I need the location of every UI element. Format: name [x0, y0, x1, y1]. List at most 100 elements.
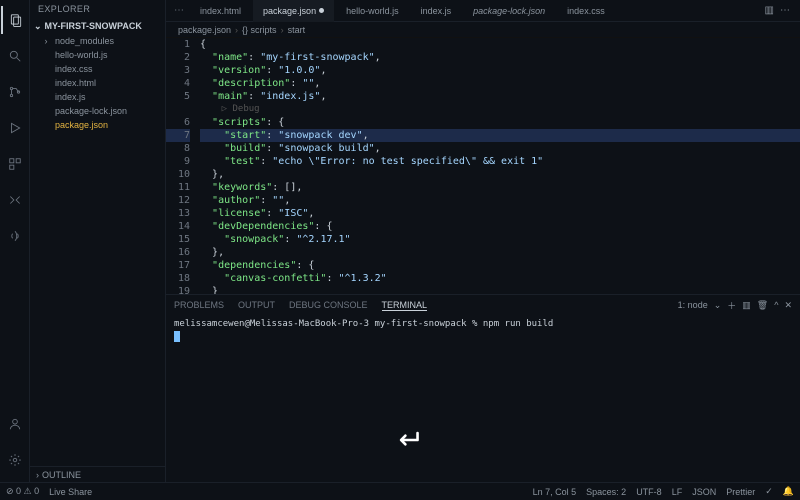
close-panel-icon[interactable]: ✕ — [784, 300, 792, 311]
settings-gear-icon[interactable] — [1, 446, 29, 474]
sidebar: EXPLORER ⌄MY-FIRST-SNOWPACK ›node_module… — [30, 0, 166, 482]
code-lines[interactable]: { "name": "my-first-snowpack", "version"… — [200, 38, 800, 294]
code-line[interactable]: "devDependencies": { — [200, 220, 800, 233]
code-line[interactable]: "main": "index.js", — [200, 90, 800, 103]
tab-index-js[interactable]: index.js — [411, 0, 462, 22]
tab-label: package.json — [263, 6, 316, 16]
status-item[interactable]: Live Share — [49, 487, 92, 497]
tree-item-label: hello-world.js — [55, 50, 108, 60]
panel-tabs: PROBLEMS OUTPUT DEBUG CONSOLE TERMINAL 1: no… — [166, 295, 800, 315]
status-item[interactable]: Spaces: 2 — [586, 487, 626, 497]
more-icon[interactable]: ⋯ — [780, 5, 790, 16]
unsaved-dot-icon — [319, 8, 324, 13]
chevron-down-icon: ⌄ — [34, 21, 42, 32]
tab-package-lock-json[interactable]: package-lock.json — [463, 0, 555, 22]
tree-item-hello-world-js[interactable]: hello-world.js — [40, 48, 165, 62]
tab-label: index.css — [567, 6, 605, 16]
code-line[interactable]: "keywords": [], — [200, 181, 800, 194]
tree-item-label: package-lock.json — [55, 106, 127, 116]
new-terminal-icon[interactable]: ＋ — [727, 299, 736, 312]
chevron-right-icon: › — [235, 25, 238, 35]
status-item[interactable]: 🔔 — [783, 486, 794, 497]
split-editor-icon[interactable]: ▥ — [765, 5, 774, 16]
sidebar-title: EXPLORER — [30, 0, 165, 18]
terminal-shell-label[interactable]: 1: node — [678, 300, 708, 310]
chevron-down-icon[interactable]: ⌄ — [714, 300, 722, 311]
breadcrumb[interactable]: package.json › {} scripts › start — [166, 22, 800, 38]
code-line[interactable]: { — [200, 38, 800, 51]
code-line[interactable]: "description": "", — [200, 77, 800, 90]
panel-tab-debug-console[interactable]: DEBUG CONSOLE — [289, 300, 368, 310]
split-terminal-icon[interactable]: ▥ — [742, 300, 751, 311]
panel-tab-output[interactable]: OUTPUT — [238, 300, 275, 310]
explorer-icon[interactable] — [1, 6, 29, 34]
code-line[interactable]: "version": "1.0.0", — [200, 64, 800, 77]
code-line[interactable]: "start": "snowpack dev", — [200, 129, 800, 142]
code-editor[interactable]: 12345678910111213141516171819 { "name": … — [166, 38, 800, 294]
code-line[interactable]: "canvas-confetti": "^1.3.2" — [200, 272, 800, 285]
code-line[interactable]: "snowpack": "^2.17.1" — [200, 233, 800, 246]
tree-item-package-lock-json[interactable]: package-lock.json — [40, 104, 165, 118]
panel: PROBLEMS OUTPUT DEBUG CONSOLE TERMINAL 1: no… — [166, 294, 800, 482]
tree-item-index-js[interactable]: index.js — [40, 90, 165, 104]
tab-hello-world-js[interactable]: hello-world.js — [336, 0, 409, 22]
editor-tabs: ⋯ index.html package.json hello-world.js in… — [166, 0, 800, 22]
status-item[interactable]: LF — [672, 487, 683, 497]
outline-section[interactable]: ›OUTLINE — [30, 466, 165, 482]
panel-tab-problems[interactable]: PROBLEMS — [174, 300, 224, 310]
status-item[interactable]: JSON — [692, 487, 716, 497]
status-item[interactable]: Ln 7, Col 5 — [533, 487, 577, 497]
chevron-right-icon: › — [36, 470, 39, 480]
tab-label: index.html — [200, 6, 241, 16]
code-line[interactable]: } — [200, 285, 800, 294]
code-line[interactable]: "name": "my-first-snowpack", — [200, 51, 800, 64]
account-icon[interactable] — [1, 410, 29, 438]
tree-item-label: node_modules — [55, 36, 114, 46]
code-line[interactable]: ▷ Debug — [200, 103, 800, 116]
tree-item-index-html[interactable]: index.html — [40, 76, 165, 90]
sidebar-folder[interactable]: ⌄MY-FIRST-SNOWPACK — [30, 18, 165, 34]
tab-index-css[interactable]: index.css — [557, 0, 615, 22]
extensions-icon[interactable] — [1, 150, 29, 178]
outline-label: OUTLINE — [42, 470, 81, 480]
tree-item-package-json[interactable]: package.json — [40, 118, 165, 132]
status-item[interactable]: ✓ — [765, 486, 773, 497]
source-control-icon[interactable] — [1, 78, 29, 106]
panel-tab-terminal[interactable]: TERMINAL — [382, 300, 428, 311]
activity-bar — [0, 0, 30, 482]
code-line[interactable]: }, — [200, 246, 800, 259]
code-line[interactable]: "build": "snowpack build", — [200, 142, 800, 155]
status-item[interactable]: UTF-8 — [636, 487, 662, 497]
tree-item-node_modules[interactable]: ›node_modules — [40, 34, 165, 48]
status-item[interactable]: ⊘ 0 ⚠ 0 — [6, 486, 39, 497]
chevron-right-icon: › — [281, 25, 284, 35]
liveshare-icon[interactable] — [1, 222, 29, 250]
folder-label: MY-FIRST-SNOWPACK — [45, 21, 142, 31]
tab-label: index.js — [421, 6, 452, 16]
status-bar: ⊘ 0 ⚠ 0 Live Share Ln 7, Col 5 Spaces: 2 UT… — [0, 482, 800, 500]
remote-icon[interactable] — [1, 186, 29, 214]
breadcrumb-item[interactable]: {} scripts — [242, 25, 277, 35]
status-item[interactable]: Prettier — [726, 487, 755, 497]
gutter: 12345678910111213141516171819 — [166, 38, 200, 294]
code-line[interactable]: "author": "", — [200, 194, 800, 207]
code-line[interactable]: "dependencies": { — [200, 259, 800, 272]
terminal[interactable]: melissamcewen@Melissas-MacBook-Pro-3 my-… — [166, 315, 800, 482]
trash-icon[interactable]: 🗑 — [757, 300, 768, 311]
run-debug-icon[interactable] — [1, 114, 29, 142]
breadcrumb-item[interactable]: package.json — [178, 25, 231, 35]
code-line[interactable]: "license": "ISC", — [200, 207, 800, 220]
code-line[interactable]: "test": "echo \"Error: no test specified… — [200, 155, 800, 168]
tab-label: package-lock.json — [473, 6, 545, 16]
tree-item-label: index.js — [55, 92, 86, 102]
code-line[interactable]: }, — [200, 168, 800, 181]
tree-item-index-css[interactable]: index.css — [40, 62, 165, 76]
tab-package-json[interactable]: package.json — [253, 0, 334, 22]
maximize-panel-icon[interactable]: ^ — [774, 300, 778, 310]
tree-item-label: package.json — [55, 120, 108, 130]
editor-area: ⋯ index.html package.json hello-world.js in… — [166, 0, 800, 482]
search-icon[interactable] — [1, 42, 29, 70]
breadcrumb-item[interactable]: start — [288, 25, 306, 35]
code-line[interactable]: "scripts": { — [200, 116, 800, 129]
tab-index-html[interactable]: index.html — [190, 0, 251, 22]
